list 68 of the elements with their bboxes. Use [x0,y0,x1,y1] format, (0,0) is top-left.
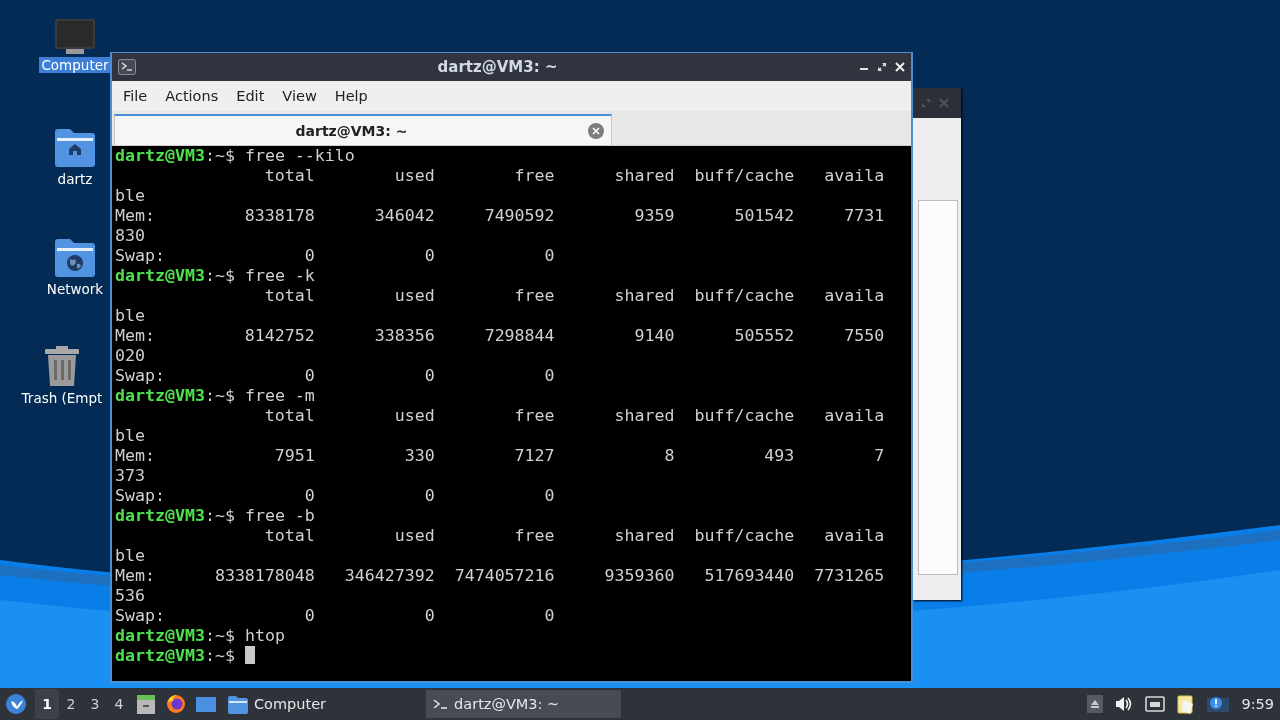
shell-prompt: dartz@VM3:~$ [115,626,235,645]
output-text: Swap: 0 0 0 [115,366,555,385]
output-text: total used free shared buff/cache availa [263,286,885,305]
output-text: 536 [115,586,145,605]
network-icon[interactable] [1145,695,1166,713]
desktop-icon[interactable] [195,694,217,714]
menu-item[interactable]: Help [325,88,377,104]
shell-prompt: dartz@VM3:~$ [115,506,235,525]
shell-prompt: dartz@VM3:~$ [115,266,235,285]
terminal-icon [432,697,449,711]
trash-icon[interactable] [43,346,81,387]
tab-label: dartz@VM3: ~ [294,122,409,139]
shell-prompt: dartz@VM3:~$ [115,386,235,405]
terminal-icon [118,59,136,75]
firefox-icon[interactable] [166,694,186,714]
menu-item[interactable]: File [114,88,157,104]
output-text: ble [115,186,145,205]
output-text: Mem: 7951 330 7127 8 493 7 [115,446,885,465]
shell-prompt: dartz@VM3:~$ [115,146,235,165]
clipboard-icon[interactable] [1177,694,1196,714]
home-folder-icon[interactable] [54,128,96,168]
menu-item[interactable]: Actions [156,88,228,104]
notification-icon[interactable] [1207,695,1230,713]
output-text: 020 [115,346,145,365]
maximize-icon[interactable] [877,62,887,72]
workspace-button[interactable]: 2 [59,689,83,719]
command-text: free -k [244,266,315,285]
output-text: Swap: 0 0 0 [115,486,555,505]
command-text: free -m [244,386,315,405]
output-text: ble [115,546,145,565]
volume-icon[interactable] [1115,695,1134,713]
eject-icon[interactable] [1087,695,1104,713]
window-title: dartz@VM3: ~ [436,58,559,76]
output-text: Mem: 8338178048 346427392 7474057216 9359360 517693440 7731265 [115,566,885,585]
output-text: ble [115,426,145,445]
workspace-button[interactable]: 4 [107,689,131,719]
command-text: htop [244,626,285,645]
menu-item[interactable]: Edit [227,88,274,104]
close-tab-icon[interactable] [588,122,604,139]
output-text: Swap: 0 0 0 [115,606,555,625]
output-text: total used free shared buff/cache availa [263,406,885,425]
icon-label[interactable]: Computer [39,57,111,73]
terminal-tab[interactable]: dartz@VM3: ~ [114,114,612,145]
icon-label[interactable]: Trash (Empt [19,390,105,406]
shell-prompt: dartz@VM3:~$ [115,646,235,665]
file-cabinet-icon[interactable] [136,694,156,714]
output-text: 373 [115,466,145,485]
output-text: 830 [115,226,145,245]
output-text: total used free shared buff/cache availa [263,166,885,185]
workspace-button[interactable]: 1 [35,689,59,719]
taskbar-button[interactable]: dartz@VM3: ~ [426,690,622,718]
output-text: Mem: 8338178 346042 7490592 9359 501542 7731 [115,206,885,225]
workspace-button[interactable]: 3 [83,689,107,719]
clock[interactable]: 9:59 [1241,696,1274,712]
menu-item[interactable]: View [273,88,326,104]
output-text: total used free shared buff/cache availa [263,526,885,545]
folder-icon [227,694,248,714]
command-text: free -b [244,506,315,525]
output-text: Mem: 8142752 338356 7298844 9140 505552 7550 [115,326,885,345]
icon-label[interactable]: dartz [55,171,95,187]
command-text: free --kilo [244,146,355,165]
output-text: Swap: 0 0 0 [115,246,555,265]
start-menu-icon[interactable] [5,693,27,715]
icon-label[interactable]: Network [44,281,106,297]
computer-icon[interactable] [54,18,96,54]
taskbar-button[interactable]: Computer [221,690,333,718]
output-text: ble [115,306,145,325]
network-folder-icon[interactable] [54,238,96,278]
